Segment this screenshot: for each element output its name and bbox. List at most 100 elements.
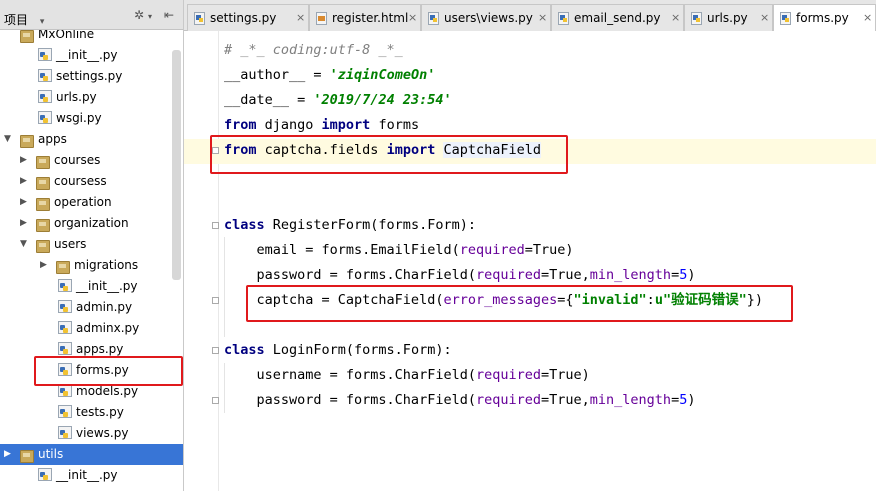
tree-item-file[interactable]: __init__.py <box>0 45 183 66</box>
close-icon[interactable]: × <box>296 5 305 31</box>
close-icon[interactable]: × <box>760 5 769 31</box>
tree-item-file[interactable]: forms.py <box>0 360 183 381</box>
chevron-right-icon[interactable]: ▶ <box>20 150 27 171</box>
tree-item-file[interactable]: __init__.py <box>0 276 183 297</box>
project-panel-title-label: 项目 <box>4 13 29 27</box>
editor-tab-bar: settings.py × register.html × users\views.py… <box>184 0 876 32</box>
close-icon[interactable]: × <box>408 5 417 31</box>
editor-tab[interactable]: users\views.py × <box>421 4 551 31</box>
python-file-icon <box>58 321 72 334</box>
project-panel-title[interactable]: 项目 ▾ <box>4 11 44 28</box>
code-token: ) <box>687 392 696 408</box>
tree-item-label: coursess <box>54 174 107 188</box>
tree-item-label: models.py <box>76 384 139 398</box>
chevron-down-icon[interactable]: ▼ <box>4 129 11 150</box>
chevron-down-icon[interactable]: ▼ <box>20 234 27 255</box>
code-token: LoginForm(forms.Form): <box>264 342 452 358</box>
editor-tab[interactable]: register.html × <box>309 4 421 31</box>
folder-icon <box>36 219 50 232</box>
tree-item-label: wsgi.py <box>56 111 102 125</box>
close-icon[interactable]: × <box>671 5 680 31</box>
fold-marker-icon[interactable] <box>212 397 219 404</box>
tree-item-file[interactable]: models.py <box>0 381 183 402</box>
python-file-icon <box>38 468 52 481</box>
chevron-right-icon[interactable]: ▶ <box>20 213 27 234</box>
tree-item-file[interactable]: views.py <box>0 423 183 444</box>
tree-item-folder[interactable]: ▶ operation <box>0 192 183 213</box>
python-file-icon <box>58 342 72 355</box>
gear-icon[interactable]: ✲ <box>134 8 144 22</box>
python-file-icon <box>691 12 702 25</box>
tree-item-folder[interactable]: ▶ coursess <box>0 171 183 192</box>
html-file-icon <box>316 12 327 25</box>
close-icon[interactable]: × <box>863 5 872 31</box>
tree-item-folder[interactable]: ▼ apps <box>0 129 183 150</box>
editor-tab[interactable]: forms.py × <box>773 4 876 32</box>
python-file-icon <box>558 12 569 25</box>
keyword-token: import <box>321 117 371 133</box>
fold-marker-icon[interactable] <box>212 347 219 354</box>
hide-panel-icon[interactable]: ⇤ <box>164 8 174 22</box>
tree-item-file[interactable]: adminx.py <box>0 318 183 339</box>
editor-gutter <box>184 31 218 491</box>
tree-item-folder[interactable]: ▼ users <box>0 234 183 255</box>
tree-item-folder[interactable]: ▶ migrations <box>0 255 183 276</box>
code-token: =True, <box>541 267 590 283</box>
chevron-down-icon[interactable]: ▾ <box>148 10 152 24</box>
tree-item-label: apps.py <box>76 342 124 356</box>
project-panel: MxOnline __init__.py settings.py urls.py wsg… <box>0 0 184 491</box>
chevron-right-icon[interactable]: ▶ <box>20 192 27 213</box>
string-token: u"验证码错误" <box>654 292 747 308</box>
string-token: 'ziqinComeOn' <box>329 67 436 83</box>
editor-tab[interactable]: settings.py × <box>187 4 309 31</box>
editor-tab[interactable]: email_send.py × <box>551 4 684 31</box>
tree-item-file[interactable]: tests.py <box>0 402 183 423</box>
tree-item-file[interactable]: wsgi.py <box>0 108 183 129</box>
editor-tab[interactable]: urls.py × <box>684 4 773 31</box>
close-icon[interactable]: × <box>538 5 547 31</box>
tree-item-file[interactable]: urls.py <box>0 87 183 108</box>
python-file-icon <box>58 426 72 439</box>
string-token: "invalid" <box>573 292 647 308</box>
code-token: : <box>646 292 655 308</box>
tree-item-file[interactable]: __init__.py <box>0 465 183 486</box>
comment-token: # _*_ coding:utf-8 _*_ <box>224 42 403 58</box>
tree-item-file[interactable]: admin.py <box>0 297 183 318</box>
tree-item-label: apps <box>38 132 67 146</box>
folder-icon <box>36 198 50 211</box>
keyword-token: from <box>224 117 257 133</box>
kwarg-token: required <box>475 267 541 283</box>
code-token: ={ <box>557 292 574 308</box>
code-line-14: username = forms.CharField(required=True… <box>224 363 590 388</box>
code-line-2: __author__ = 'ziqinComeOn' <box>224 63 435 88</box>
tree-item-label: operation <box>54 195 112 209</box>
editor-tab-label: urls.py <box>707 11 748 25</box>
editor-tab-label: forms.py <box>796 11 849 25</box>
python-file-icon <box>38 48 52 61</box>
code-token: = <box>305 67 330 83</box>
fold-marker-icon[interactable] <box>212 222 219 229</box>
fold-marker-icon[interactable] <box>212 147 219 154</box>
kwarg-token: min_length <box>589 392 672 408</box>
tree-item-folder[interactable]: ▶ organization <box>0 213 183 234</box>
python-file-icon <box>58 363 72 376</box>
fold-marker-icon[interactable] <box>212 297 219 304</box>
keyword-token: from <box>224 142 257 158</box>
code-line-8: class RegisterForm(forms.Form): <box>224 213 476 238</box>
tree-item-file[interactable]: settings.py <box>0 66 183 87</box>
kwarg-token: min_length <box>589 267 672 283</box>
project-scrollbar[interactable] <box>172 50 181 280</box>
chevron-right-icon[interactable]: ▶ <box>4 444 11 465</box>
tree-item-file[interactable]: apps.py <box>0 339 183 360</box>
tree-item-label: tests.py <box>76 405 124 419</box>
tree-item-folder[interactable]: ▶ courses <box>0 150 183 171</box>
code-line-9: email = forms.EmailField(required=True) <box>224 238 574 263</box>
code-editor[interactable]: # _*_ coding:utf-8 _*_ __author__ = 'ziq… <box>184 31 876 491</box>
chevron-right-icon[interactable]: ▶ <box>40 255 47 276</box>
tree-item-label: migrations <box>74 258 139 272</box>
code-token: = <box>671 392 680 408</box>
python-file-icon <box>58 384 72 397</box>
tree-item-folder[interactable]: ▶ utils <box>0 444 183 465</box>
chevron-right-icon[interactable]: ▶ <box>20 171 27 192</box>
python-file-icon <box>38 90 52 103</box>
